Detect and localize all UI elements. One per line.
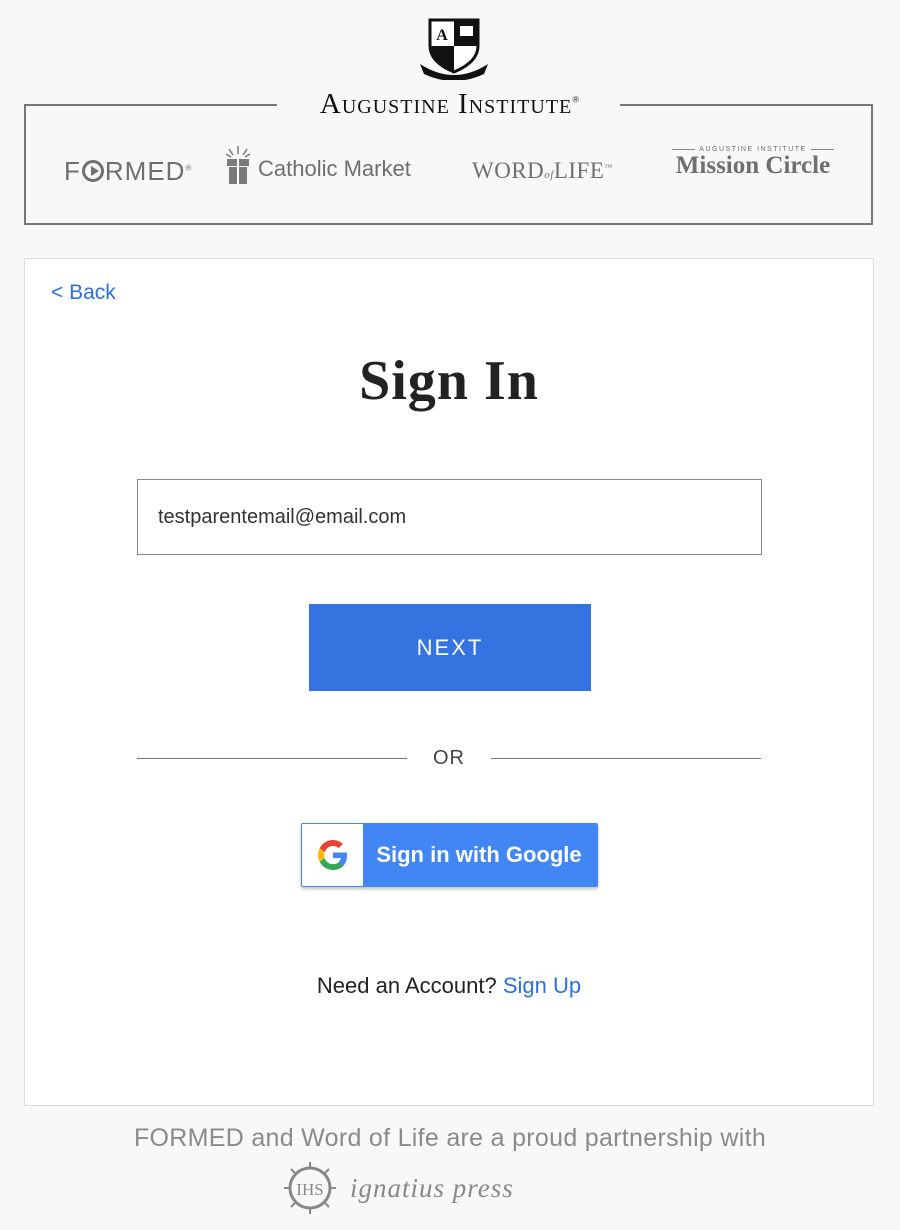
- word-of-life-logo[interactable]: WORDofLIFE™: [472, 158, 613, 184]
- sign-in-card: < Back Sign In NEXT OR Sign in with Goog…: [24, 258, 874, 1106]
- sign-up-link[interactable]: Sign Up: [503, 973, 581, 998]
- play-circle-icon: [81, 160, 104, 182]
- svg-text:IHS: IHS: [296, 1180, 323, 1199]
- brand-title: Augustine Institute®: [319, 88, 581, 120]
- email-field[interactable]: [137, 479, 762, 555]
- ignatius-press-logo[interactable]: IHS ignatius press: [280, 1160, 514, 1216]
- signup-prompt: Need an Account? Sign Up: [316, 973, 582, 998]
- svg-text:A: A: [436, 27, 448, 44]
- next-button[interactable]: NEXT: [309, 604, 591, 691]
- google-g-icon: [317, 840, 347, 870]
- formed-logo[interactable]: F RMED®: [64, 156, 192, 187]
- partnership-text: FORMED and Word of Life are a proud part…: [133, 1124, 767, 1152]
- mission-circle-logo[interactable]: AUGUSTINE INSTITUTE Mission Circle: [672, 146, 835, 179]
- gift-box-icon: [226, 146, 250, 184]
- augustine-crest-logo: A: [420, 18, 488, 80]
- page-title: Sign In: [359, 350, 539, 412]
- ihs-seal-icon: IHS: [284, 1162, 336, 1214]
- back-link[interactable]: < Back: [51, 281, 116, 305]
- google-sign-in-button[interactable]: Sign in with Google: [301, 823, 598, 887]
- catholic-market-logo[interactable]: Catholic Market: [226, 146, 411, 184]
- or-divider: OR: [137, 745, 761, 771]
- google-sign-in-label: Sign in with Google: [376, 842, 582, 867]
